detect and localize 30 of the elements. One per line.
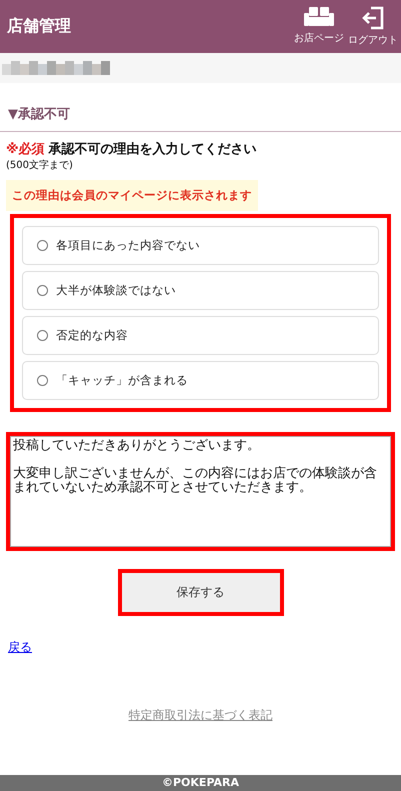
radio-button[interactable] <box>37 285 48 296</box>
section-title: 承認不可 <box>18 106 70 123</box>
radio-button[interactable] <box>37 240 48 251</box>
copyright-footer: ©POKEPARA <box>0 775 401 791</box>
message-text: 大変申し訳ございませんが、この内容にはお店での体験談が含まれていないため承認不可とさせていただきます。 <box>13 467 378 495</box>
radio-option[interactable]: 各項目にあった内容でない <box>22 226 379 265</box>
radio-option[interactable]: 大半が体験談ではない <box>22 271 379 310</box>
logout-icon <box>361 6 385 30</box>
sofa-icon <box>304 6 334 28</box>
radio-option[interactable]: 否定的な内容 <box>22 316 379 355</box>
option-label: 「キャッチ」が含まれる <box>56 373 188 388</box>
triangle-icon: ▼ <box>8 106 18 122</box>
limit-note: (500文字まで) <box>6 158 74 172</box>
message-text: 投稿していただきありがとうございます。 <box>13 439 261 453</box>
radio-button[interactable] <box>37 375 48 386</box>
question-label: 承認不可の理由を入力してください <box>48 140 257 158</box>
save-button[interactable]: 保存する <box>122 573 280 612</box>
message-field[interactable]: 投稿していただきありがとうございます。 大変申し訳ございませんが、この内容にはお店での体験談が含まれていないため承認不可とさせていただきます。 <box>10 436 391 547</box>
radio-button[interactable] <box>37 330 48 341</box>
shop-page-button[interactable]: お店ページ <box>294 6 344 47</box>
option-label: 大半が体験談ではない <box>56 283 176 298</box>
radio-option[interactable]: 「キャッチ」が含まれる <box>22 361 379 400</box>
notice-banner: この理由は会員のマイページに表示されます <box>6 180 258 211</box>
legal-link[interactable]: 特定商取引法に基づく表記 <box>128 707 272 724</box>
option-label: 否定的な内容 <box>56 328 128 343</box>
required-label: ※必須 <box>6 140 45 158</box>
option-label: 各項目にあった内容でない <box>56 238 200 253</box>
app-title: 店舗管理 <box>7 16 71 37</box>
logout-button[interactable]: ログアウト <box>348 6 398 47</box>
back-link[interactable]: 戻る <box>8 640 32 654</box>
